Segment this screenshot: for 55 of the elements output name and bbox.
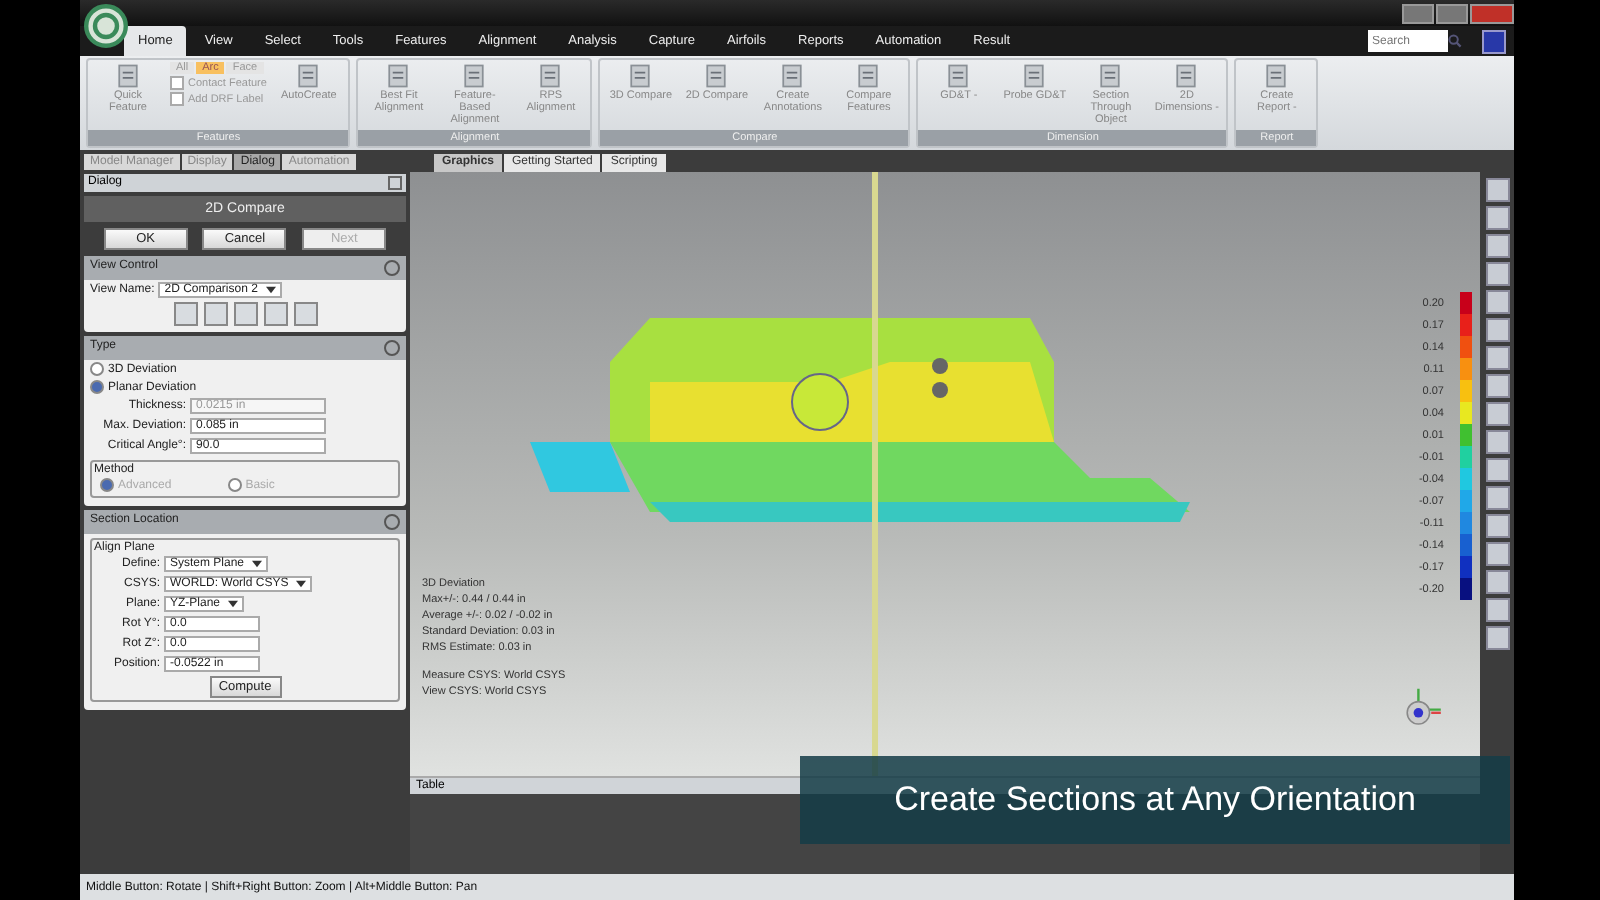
toolbar-button[interactable] <box>1485 598 1509 622</box>
toolbar-button[interactable] <box>1485 486 1509 510</box>
toolbar-button[interactable] <box>1485 346 1509 370</box>
view-tool-icon[interactable] <box>233 302 257 326</box>
toolbar-button[interactable] <box>1485 234 1509 258</box>
search-icon <box>1448 34 1462 48</box>
toolbar-button[interactable] <box>1485 458 1509 482</box>
toolbar-button[interactable] <box>1485 318 1509 342</box>
graphics-viewport[interactable] <box>410 172 1480 776</box>
caret-icon <box>252 560 263 568</box>
document-icon <box>1172 62 1201 90</box>
view-tool-icon[interactable] <box>293 302 317 326</box>
toolbar-button[interactable] <box>1485 430 1509 454</box>
document-icon <box>384 62 413 90</box>
document-icon <box>702 62 731 90</box>
radio-button[interactable] <box>227 478 242 492</box>
document-icon <box>854 62 883 90</box>
help-icon[interactable] <box>1482 30 1506 54</box>
document-icon <box>114 62 142 90</box>
toolbar-button[interactable] <box>1485 542 1509 566</box>
toolbar-button[interactable] <box>1485 290 1509 314</box>
toolbar-button[interactable] <box>1485 262 1509 286</box>
app-logo-icon[interactable] <box>84 4 128 48</box>
document-icon <box>626 62 655 90</box>
collapse-icon[interactable] <box>384 260 400 276</box>
toolbar-button[interactable] <box>1485 374 1509 398</box>
toolbar-button[interactable] <box>1485 626 1509 650</box>
toolbar-button[interactable] <box>1485 570 1509 594</box>
toolbar-button[interactable] <box>1485 402 1509 426</box>
document-icon <box>294 62 323 90</box>
view-tool-icon[interactable] <box>263 302 287 326</box>
toolbar-button[interactable] <box>1485 178 1509 202</box>
document-icon <box>1262 62 1291 90</box>
caret-icon <box>265 286 276 294</box>
document-icon <box>536 62 565 90</box>
document-icon <box>1020 62 1049 90</box>
radio-button[interactable] <box>90 380 104 394</box>
caption-banner: Create Sections at Any Orientation <box>800 756 1510 844</box>
checkbox[interactable] <box>170 76 184 90</box>
caret-icon <box>296 580 307 588</box>
document-icon <box>944 62 973 90</box>
checkbox[interactable] <box>170 92 184 106</box>
collapse-icon[interactable] <box>384 514 400 530</box>
radio-button[interactable] <box>100 478 114 492</box>
view-tool-icon[interactable] <box>203 302 227 326</box>
collapse-icon[interactable] <box>384 340 400 356</box>
document-icon <box>460 62 489 90</box>
close-icon[interactable] <box>388 176 402 190</box>
toolbar-button[interactable] <box>1485 206 1509 230</box>
caret-icon <box>228 600 239 608</box>
toolbar-button[interactable] <box>1485 514 1509 538</box>
radio-button[interactable] <box>90 362 104 376</box>
document-icon <box>778 62 807 90</box>
document-icon <box>1096 62 1125 90</box>
view-tool-icon[interactable] <box>173 302 197 326</box>
